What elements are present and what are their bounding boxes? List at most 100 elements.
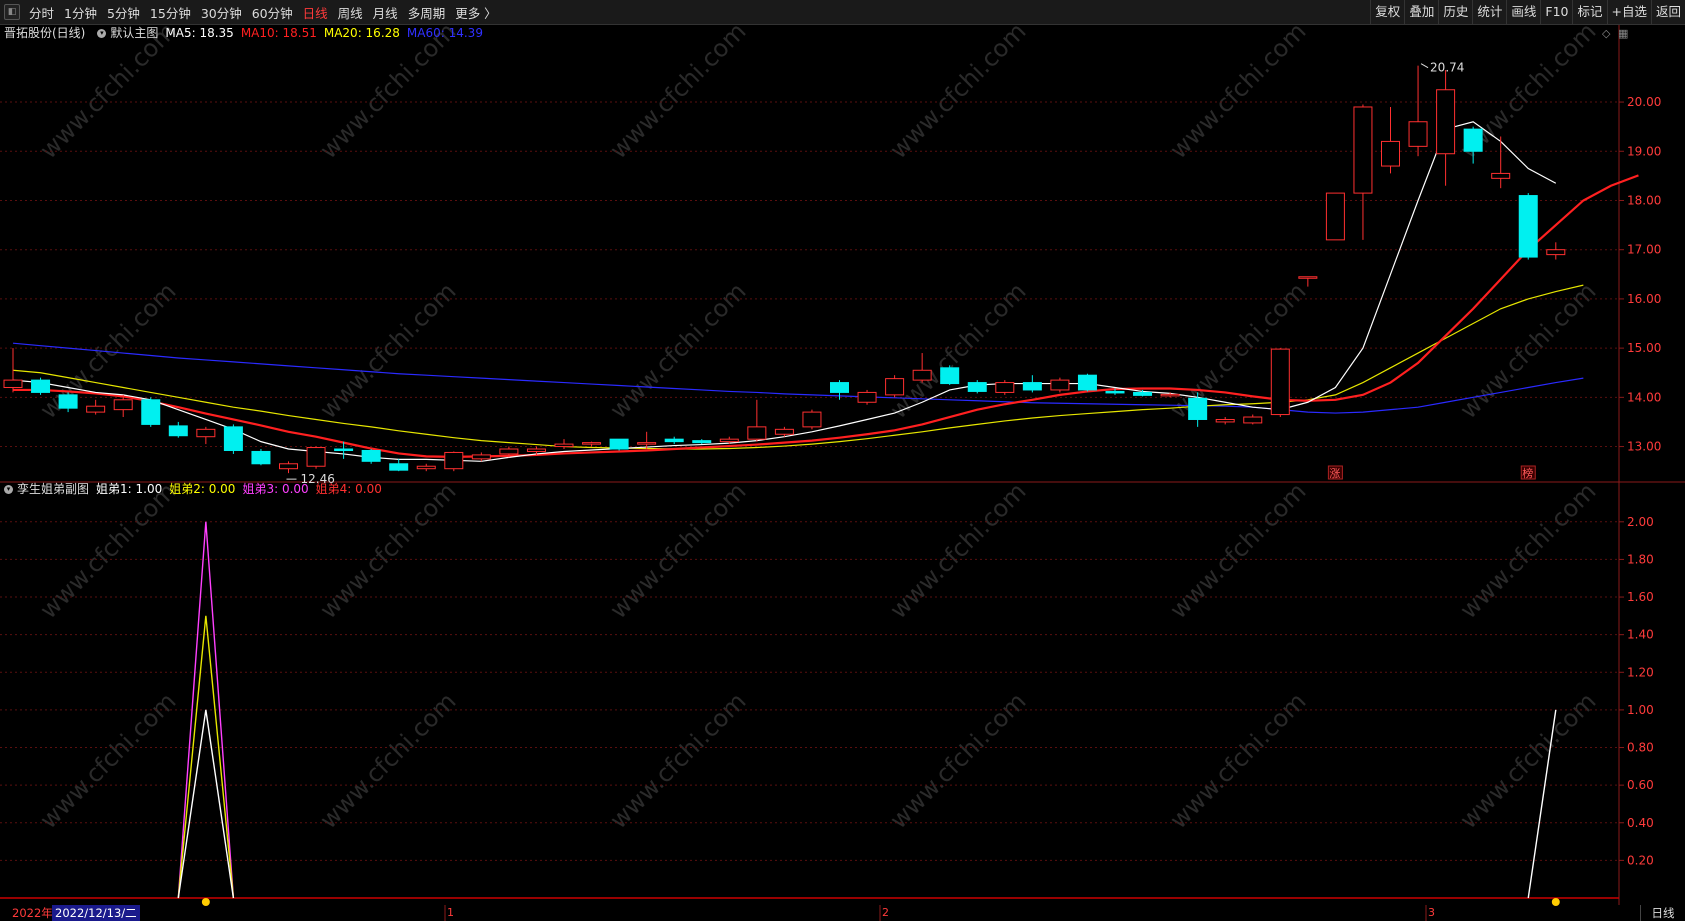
candle-body bbox=[223, 426, 243, 451]
list-marker: 榜 bbox=[1522, 466, 1533, 480]
date-axis: 2022年 2022/12/13/二 1 2 3 日线 bbox=[0, 905, 1685, 921]
tab-period-6[interactable]: 日线 bbox=[298, 3, 333, 22]
sub-axis-label: 0.40 bbox=[1627, 816, 1654, 830]
candle-body bbox=[444, 451, 464, 470]
candle-body bbox=[1050, 379, 1070, 391]
ma-line-ma60 bbox=[12, 342, 1584, 414]
toolbar-button-5[interactable]: F10 bbox=[1540, 0, 1572, 24]
candle-body bbox=[334, 448, 354, 452]
ma20-value: MA20: 16.28 bbox=[323, 26, 400, 40]
right-toolbar: 复权 叠加 历史 统计 画线 F10 标记 +自选 返回 bbox=[1370, 0, 1685, 24]
high-arrow bbox=[1420, 63, 1429, 69]
year-label: 2022年 bbox=[12, 906, 53, 920]
chart-canvas[interactable]: www.cfchi.com www.cfchi.com www.cfchi.com w… bbox=[0, 0, 1685, 921]
candle-body bbox=[1518, 195, 1538, 258]
high-price-label: 20.74 bbox=[1430, 61, 1464, 75]
month-tick-2: 2 bbox=[882, 906, 889, 919]
candle-body bbox=[141, 399, 161, 425]
candle-body bbox=[1077, 374, 1097, 391]
diamond-icon[interactable]: ◇ bbox=[1602, 27, 1610, 40]
template-toggle-icon[interactable]: ▾ bbox=[97, 28, 107, 38]
menu-icon[interactable]: ◧ bbox=[4, 4, 20, 20]
ma10-value: MA10: 18.51 bbox=[240, 26, 317, 40]
watermark-text: www.cfchi.com bbox=[34, 477, 181, 624]
toolbar-button-1[interactable]: 叠加 bbox=[1404, 0, 1438, 24]
tab-period-9[interactable]: 多周期 bbox=[403, 3, 451, 22]
toolbar-button-7[interactable]: +自选 bbox=[1606, 0, 1651, 24]
sub-axis-label: 0.80 bbox=[1627, 741, 1654, 755]
toolbar-button-4[interactable]: 画线 bbox=[1506, 0, 1540, 24]
candle-body bbox=[499, 448, 519, 455]
candle-body bbox=[1105, 390, 1125, 394]
candle-body bbox=[31, 379, 51, 393]
watermark-text: www.cfchi.com bbox=[604, 687, 751, 834]
cursor-date: 2022/12/13/二 bbox=[52, 905, 140, 921]
candle-body bbox=[582, 442, 602, 445]
candle-body bbox=[113, 399, 133, 411]
candle-body bbox=[1215, 418, 1235, 423]
tab-period-5[interactable]: 60分钟 bbox=[247, 3, 298, 22]
sub-axis-label: 1.40 bbox=[1627, 628, 1654, 642]
candle-body bbox=[1353, 106, 1373, 194]
tab-period-8[interactable]: 月线 bbox=[368, 3, 403, 22]
sub-axis-label: 2.00 bbox=[1627, 515, 1654, 529]
candle-body bbox=[1463, 128, 1483, 152]
sub-axis-label: 1.80 bbox=[1627, 552, 1654, 566]
tab-period-3[interactable]: 15分钟 bbox=[145, 3, 196, 22]
watermark-text: www.cfchi.com bbox=[1164, 687, 1311, 834]
main-axis-label: 13.00 bbox=[1627, 440, 1661, 454]
watermark-text: www.cfchi.com bbox=[1454, 687, 1601, 834]
sub-axis-label: 1.00 bbox=[1627, 703, 1654, 717]
candle-body bbox=[912, 369, 932, 381]
candle-body bbox=[885, 378, 905, 396]
candle-body bbox=[637, 442, 657, 445]
tab-period-4[interactable]: 30分钟 bbox=[196, 3, 247, 22]
candle-body bbox=[1408, 121, 1428, 147]
watermark-text: www.cfchi.com bbox=[1164, 17, 1311, 164]
main-chart-legend: 晋拓股份(日线) ▾ 默认主图 MA5: 18.35 MA10: 18.51 M… bbox=[0, 25, 490, 41]
period-indicator[interactable]: 日线 bbox=[1640, 905, 1685, 921]
ma-line-ma5 bbox=[12, 121, 1557, 462]
watermark-text: www.cfchi.com bbox=[884, 477, 1031, 624]
candle-body bbox=[1133, 391, 1153, 396]
candle-body bbox=[1325, 192, 1345, 241]
candle-body bbox=[664, 438, 684, 443]
period-tabs: 分时 1分钟 5分钟 15分钟 30分钟 60分钟 日线 周线 月线 多周期 更多 〉 bbox=[24, 3, 502, 22]
grid-icon[interactable]: ▦ bbox=[1618, 27, 1628, 40]
s2-value: 姐弟2: 0.00 bbox=[169, 482, 236, 496]
watermark-text: www.cfchi.com bbox=[604, 477, 751, 624]
sub-axis-label: 1.20 bbox=[1627, 665, 1654, 679]
main-axis-label: 15.00 bbox=[1627, 341, 1661, 355]
toolbar-button-6[interactable]: 标记 bbox=[1572, 0, 1606, 24]
sub-chart-legend: ▾ 孪生姐弟副图 姐弟1: 1.00 姐弟2: 0.00 姐弟3: 0.00 姐… bbox=[0, 481, 389, 497]
candle-body bbox=[416, 465, 436, 470]
toolbar-button-8[interactable]: 返回 bbox=[1650, 0, 1685, 24]
tab-period-2[interactable]: 5分钟 bbox=[102, 3, 145, 22]
candle-body bbox=[526, 448, 546, 452]
candle-body bbox=[168, 425, 188, 437]
tab-period-1[interactable]: 1分钟 bbox=[59, 3, 102, 22]
candle-body bbox=[1188, 397, 1208, 420]
watermark-text: www.cfchi.com bbox=[34, 687, 181, 834]
ma60-value: MA60: 14.39 bbox=[406, 26, 483, 40]
tab-period-7[interactable]: 周线 bbox=[333, 3, 368, 22]
indicator-name[interactable]: 孪生姐弟副图 bbox=[17, 481, 89, 497]
ma-line-ma10 bbox=[13, 174, 1639, 458]
main-axis-label: 16.00 bbox=[1627, 292, 1661, 306]
tab-period-10[interactable]: 更多 〉 bbox=[450, 3, 501, 22]
stock-name[interactable]: 晋拓股份(日线) bbox=[4, 25, 85, 41]
s1-value: 姐弟1: 1.00 bbox=[96, 482, 163, 496]
candle-body bbox=[857, 391, 877, 403]
watermark-text: www.cfchi.com bbox=[1454, 477, 1601, 624]
candle-body bbox=[692, 440, 712, 444]
month-tick-3: 3 bbox=[1428, 906, 1435, 919]
tab-period-0[interactable]: 分时 bbox=[24, 3, 59, 22]
candle-body bbox=[995, 382, 1015, 393]
candle-body bbox=[609, 438, 629, 450]
toolbar-button-0[interactable]: 复权 bbox=[1370, 0, 1404, 24]
template-name[interactable]: 默认主图 bbox=[110, 25, 158, 41]
toolbar-button-3[interactable]: 统计 bbox=[1472, 0, 1506, 24]
indicator-toggle-icon[interactable]: ▾ bbox=[4, 484, 13, 494]
toolbar-button-2[interactable]: 历史 bbox=[1438, 0, 1472, 24]
candle-body bbox=[967, 382, 987, 392]
